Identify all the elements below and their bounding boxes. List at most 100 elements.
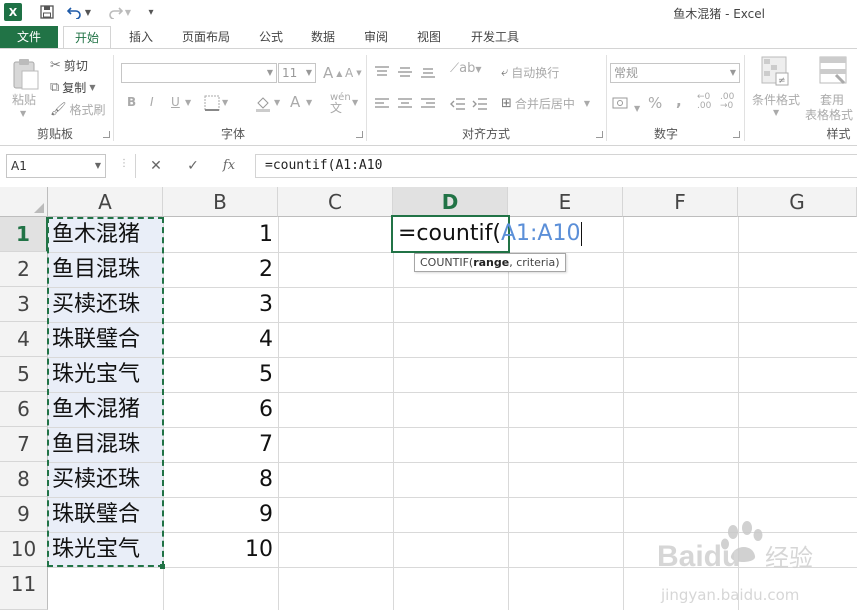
cell-b5[interactable]: 5 <box>163 357 278 392</box>
cut-button[interactable]: ✂ 剪切 <box>50 57 88 74</box>
column-header-c[interactable]: C <box>278 187 393 217</box>
tab-data[interactable]: 数据 <box>300 26 346 48</box>
copy-button[interactable]: ⧉ 复制 ▼ <box>50 79 95 96</box>
row-header-10[interactable]: 10 <box>0 532 48 567</box>
insert-function-icon[interactable]: fx <box>218 156 240 176</box>
number-format-dropdown[interactable]: 常规 ▼ <box>610 63 740 83</box>
select-all-button[interactable] <box>0 187 48 217</box>
underline-button[interactable]: U <box>171 95 180 109</box>
cell-b8[interactable]: 8 <box>163 462 278 497</box>
merge-center-button[interactable]: ⊞ 合并后居中 ▼ <box>501 95 590 112</box>
italic-button[interactable]: I <box>150 95 154 109</box>
tab-view[interactable]: 视图 <box>406 26 452 48</box>
align-top-icon[interactable] <box>374 64 390 83</box>
font-color-button[interactable]: A <box>290 93 300 111</box>
cell-d1-editor[interactable]: =countif(A1:A10 <box>391 215 583 253</box>
row-header-7[interactable]: 7 <box>0 427 48 462</box>
borders-icon[interactable] <box>204 95 220 111</box>
formula-input[interactable]: =countif(A1:A10 <box>255 154 857 178</box>
bold-button[interactable]: B <box>127 95 136 109</box>
column-header-d[interactable]: D <box>393 187 508 217</box>
cell-b1[interactable]: 1 <box>163 217 278 252</box>
cell-b2[interactable]: 2 <box>163 252 278 287</box>
increase-decimal-icon[interactable]: ←0.00 <box>697 93 711 111</box>
cell-b4[interactable]: 4 <box>163 322 278 357</box>
clipboard-launcher-icon[interactable] <box>103 131 110 138</box>
tab-review[interactable]: 审阅 <box>353 26 399 48</box>
fill-color-icon[interactable] <box>254 94 272 112</box>
alignment-launcher-icon[interactable] <box>596 131 603 138</box>
tab-insert[interactable]: 插入 <box>118 26 164 48</box>
scissors-icon: ✂ <box>50 58 61 73</box>
grow-font-button[interactable]: A ▲ <box>323 64 342 82</box>
font-size-dropdown[interactable]: 11 ▼ <box>278 63 316 83</box>
formula-bar-grip-icon[interactable]: ⋮ <box>119 158 129 169</box>
row-header-1[interactable]: 1 <box>0 217 48 252</box>
increase-indent-icon[interactable] <box>472 96 488 115</box>
row-header-6[interactable]: 6 <box>0 392 48 427</box>
format-painter-button[interactable]: 🖌 格式刷 <box>50 101 106 118</box>
name-box-dropdown-icon[interactable]: ▼ <box>95 155 101 177</box>
cell-b10[interactable]: 10 <box>163 532 278 567</box>
tab-formulas[interactable]: 公式 <box>248 26 294 48</box>
row-header-8[interactable]: 8 <box>0 462 48 497</box>
row-header-2[interactable]: 2 <box>0 252 48 287</box>
watermark-brand: Baidu <box>657 540 740 573</box>
font-launcher-icon[interactable] <box>356 131 363 138</box>
row-header-9[interactable]: 9 <box>0 497 48 532</box>
cell-b7[interactable]: 7 <box>163 427 278 462</box>
paste-icon[interactable] <box>8 57 42 91</box>
tab-page-layout[interactable]: 页面布局 <box>170 26 242 48</box>
row-header-5[interactable]: 5 <box>0 357 48 392</box>
column-header-e[interactable]: E <box>508 187 623 217</box>
decrease-decimal-icon[interactable]: .00 →0 <box>720 93 734 111</box>
number-launcher-icon[interactable] <box>733 131 740 138</box>
tab-developer[interactable]: 开发工具 <box>459 26 531 48</box>
column-header-b[interactable]: B <box>163 187 278 217</box>
tab-file[interactable]: 文件 <box>0 26 58 48</box>
tab-home[interactable]: 开始 <box>63 26 111 49</box>
accounting-format-icon[interactable]: ▼ <box>612 95 640 115</box>
cell-b6[interactable]: 6 <box>163 392 278 427</box>
align-right-icon[interactable] <box>420 96 436 115</box>
shrink-font-label: A <box>345 66 354 80</box>
align-middle-icon[interactable] <box>397 64 413 83</box>
format-as-table-icon[interactable] <box>818 55 848 87</box>
cell-b3[interactable]: 3 <box>163 287 278 322</box>
percent-button[interactable]: % <box>648 94 662 112</box>
cancel-icon[interactable]: ✕ <box>145 156 167 176</box>
column-header-g[interactable]: G <box>738 187 857 217</box>
conditional-formatting-button[interactable]: 条件格式 <box>752 91 800 108</box>
format-as-table-line2[interactable]: 表格格式 <box>805 106 853 123</box>
paste-button[interactable]: 粘贴 <box>12 91 36 108</box>
phonetic-icon[interactable]: wén 文 <box>330 93 351 115</box>
function-tooltip[interactable]: COUNTIF(range, criteria) <box>414 253 566 272</box>
comma-button[interactable]: , <box>676 92 682 110</box>
borders-dropdown-icon[interactable]: ▼ <box>222 98 228 107</box>
enter-icon[interactable]: ✓ <box>182 156 204 176</box>
row-header-11[interactable]: 11 <box>0 567 48 610</box>
row-header-4[interactable]: 4 <box>0 322 48 357</box>
fill-handle[interactable] <box>160 564 165 569</box>
align-center-icon[interactable] <box>397 96 413 115</box>
decrease-indent-icon[interactable] <box>450 96 466 115</box>
column-header-a[interactable]: A <box>48 187 163 217</box>
conditional-formatting-icon[interactable]: ≠ <box>760 55 790 87</box>
orientation-icon[interactable]: ⟋ab▼ <box>450 61 481 76</box>
underline-dropdown-icon[interactable]: ▼ <box>185 98 191 107</box>
font-name-dropdown[interactable]: ▼ <box>121 63 277 83</box>
row-header-3[interactable]: 3 <box>0 287 48 322</box>
wrap-text-button[interactable]: ⤶ 自动换行 <box>501 64 559 81</box>
align-left-icon[interactable] <box>374 96 390 115</box>
column-header-f[interactable]: F <box>623 187 738 217</box>
name-box[interactable]: A1 ▼ <box>6 154 106 178</box>
phonetic-dropdown-icon[interactable]: ▼ <box>352 98 358 107</box>
fill-color-dropdown-icon[interactable]: ▼ <box>274 98 280 107</box>
align-bottom-icon[interactable] <box>420 64 436 83</box>
formula-bar-separator <box>135 154 136 178</box>
paste-dropdown-icon[interactable]: ▼ <box>20 109 26 118</box>
font-color-dropdown-icon[interactable]: ▼ <box>306 98 312 107</box>
cell-b9[interactable]: 9 <box>163 497 278 532</box>
conditional-formatting-dropdown-icon[interactable]: ▼ <box>773 108 779 117</box>
shrink-font-button[interactable]: A ▼ <box>345 66 362 80</box>
